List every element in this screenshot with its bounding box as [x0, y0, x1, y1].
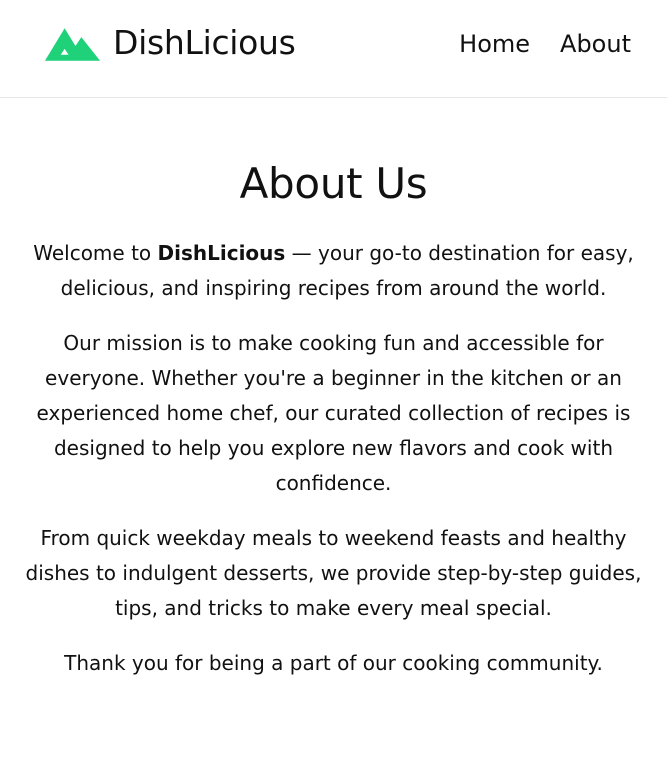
- brand-name: DishLicious: [113, 23, 296, 62]
- intro-prefix: Welcome to: [33, 241, 158, 265]
- mountain-peaks-logo-icon: [44, 28, 101, 61]
- brand-home-link[interactable]: DishLicious: [43, 23, 296, 63]
- nav-about-link[interactable]: About: [560, 26, 631, 62]
- nav-home-link[interactable]: Home: [459, 26, 530, 62]
- offerings-paragraph: From quick weekday meals to weekend feas…: [25, 526, 642, 620]
- intro-paragraph: Welcome to DishLicious — your go-to dest…: [20, 236, 647, 306]
- main-nav: Home About: [459, 26, 631, 62]
- about-content: About Us Welcome to DishLicious — your g…: [0, 154, 667, 681]
- intro-brand-name: DishLicious: [157, 241, 286, 265]
- page-title: About Us: [239, 159, 428, 208]
- thanks-paragraph: Thank you for being a part of our cookin…: [64, 651, 603, 675]
- site-header: DishLicious Home About: [0, 0, 667, 98]
- mission-paragraph: Our mission is to make cooking fun and a…: [36, 331, 631, 495]
